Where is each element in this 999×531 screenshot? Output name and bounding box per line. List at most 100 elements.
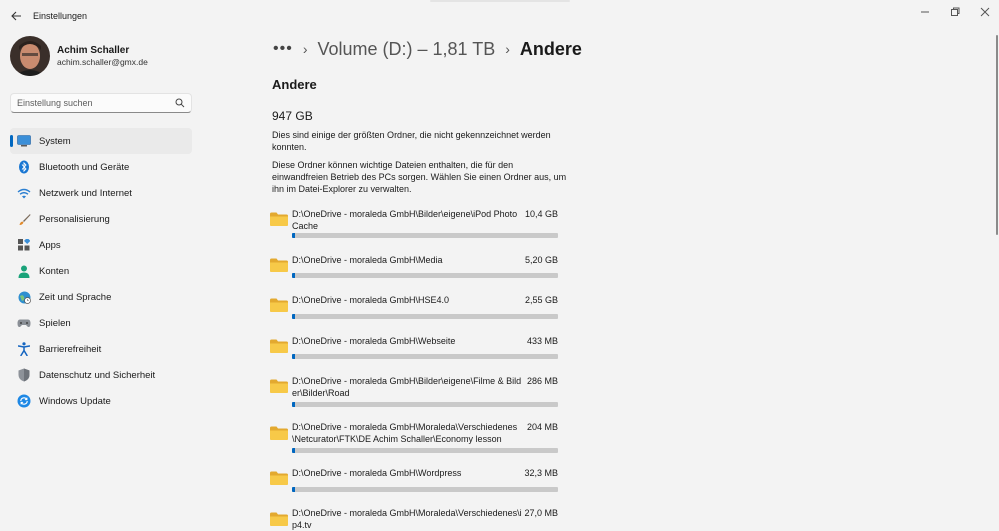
folder-usage-bar [292,273,558,278]
user-profile[interactable]: Achim Schaller achim.schaller@gmx.de [10,36,230,78]
folder-icon [270,298,288,312]
sidebar-item-label: Datenschutz und Sicherheit [39,369,156,381]
sidebar-item-accessibility[interactable]: Barrierefreiheit [10,336,192,362]
folder-size: 2,55 GB [524,295,558,305]
sidebar-item-label: Spielen [39,317,71,329]
scrollbar[interactable] [996,35,998,235]
sidebar-item-label: Bluetooth und Geräte [39,161,130,173]
folder-icon [270,379,288,393]
breadcrumb-more-button[interactable]: ••• [273,40,293,58]
folder-icon [270,426,288,440]
system-icon [17,134,31,148]
folder-size: 204 MB [526,422,558,432]
maximize-button[interactable] [945,5,965,19]
folder-icon [270,258,288,272]
page-title: Andere [272,77,317,92]
close-icon [980,7,990,17]
folder-path: D:\OneDrive - moraleda GmbH\Wordpress [292,468,462,478]
folder-icon [270,471,288,485]
folder-size: 433 MB [526,336,558,346]
folder-usage-fill [292,273,295,278]
sidebar-item-label: Zeit und Sprache [39,291,112,303]
folder-path: D:\OneDrive - moraleda GmbH\Moraleda\Ver… [292,508,522,530]
settings-search[interactable] [10,93,192,113]
sidebar-item-network[interactable]: Netzwerk und Internet [10,180,192,206]
folder-icon [270,339,288,353]
back-button[interactable] [9,9,23,23]
sidebar-item-personalization[interactable]: Personalisierung [10,206,192,232]
close-button[interactable] [975,5,995,19]
chevron-right-icon: › [505,41,510,57]
gamepad-icon [17,316,31,330]
folder-path: D:\OneDrive - moraleda GmbH\Bilder\eigen… [292,209,518,231]
app-title: Einstellungen [33,11,88,21]
sidebar-item-label: Personalisierung [39,213,110,225]
restore-icon [951,7,960,16]
folder-size: 27,0 MB [524,508,558,518]
folder-path: D:\OneDrive - moraleda GmbH\Moraleda\Ver… [292,422,518,444]
folder-size: 32,3 MB [524,468,558,478]
network-icon [17,186,31,200]
accounts-icon [17,264,31,278]
folder-usage-fill [292,354,295,359]
folder-icon [270,212,288,226]
sidebar-item-bluetooth[interactable]: Bluetooth und Geräte [10,154,192,180]
chevron-right-icon: › [302,41,308,57]
folder-usage-bar [292,448,558,453]
folder-icon [270,512,288,526]
avatar [10,36,50,76]
sidebar-item-gaming[interactable]: Spielen [10,310,192,336]
breadcrumb: ••• › Volume (D:) – 1,81 TB › Andere [273,36,582,62]
folder-size: 10,4 GB [524,209,558,219]
bluetooth-icon [17,160,31,174]
sidebar-item-apps[interactable]: Apps [10,232,192,258]
sidebar-item-label: Windows Update [39,395,111,407]
folder-usage-bar [292,402,558,407]
sidebar-item-accounts[interactable]: Konten [10,258,192,284]
sidebar-item-windows-update[interactable]: Windows Update [10,388,192,414]
folder-size: 5,20 GB [524,255,558,265]
title-bar: Einstellungen [0,0,999,32]
minimize-icon [921,11,929,13]
sidebar-item-label: Netzwerk und Internet [39,187,132,199]
globe-clock-icon [17,290,31,304]
sidebar-item-label: Apps [39,239,61,251]
folder-usage-bar [292,487,558,492]
minimize-button[interactable] [915,5,935,19]
search-icon[interactable] [175,98,185,108]
description-text: Dies sind einige der größten Ordner, die… [272,130,551,152]
breadcrumb-current: Andere [519,38,582,59]
folder-usage-fill [292,233,295,238]
folder-usage-fill [292,487,295,492]
window-drag-handle[interactable] [430,0,570,2]
sidebar-item-label: Barrierefreiheit [39,343,102,355]
apps-icon [17,238,31,252]
folder-path: D:\OneDrive - moraleda GmbH\Webseite [292,336,456,346]
total-size: 947 GB [272,109,313,123]
folder-usage-fill [292,448,295,453]
search-input[interactable] [17,96,167,110]
folder-usage-bar [292,314,558,319]
description-text: Diese Ordner können wichtige Dateien ent… [272,160,567,194]
folder-size: 286 MB [526,376,558,386]
user-email: achim.schaller@gmx.de [57,57,148,67]
user-name: Achim Schaller [57,45,130,56]
sidebar-item-privacy[interactable]: Datenschutz und Sicherheit [10,362,192,388]
folder-path: D:\OneDrive - moraleda GmbH\Bilder\eigen… [292,376,522,398]
folder-path: D:\OneDrive - moraleda GmbH\HSE4.0 [292,295,450,305]
breadcrumb-volume-link[interactable]: Volume (D:) – 1,81 TB [317,39,495,60]
sidebar-item-time-language[interactable]: Zeit und Sprache [10,284,192,310]
sidebar-item-label: System [39,135,71,147]
folder-usage-fill [292,314,295,319]
folder-path: D:\OneDrive - moraleda GmbH\Media [292,255,443,265]
update-icon [17,394,31,408]
sidebar-nav: System Bluetooth und Geräte Netzwerk und… [10,128,192,414]
folder-usage-bar [292,233,558,238]
sidebar-item-label: Konten [39,265,70,277]
folder-usage-bar [292,354,558,359]
shield-icon [17,368,31,382]
accessibility-icon [17,342,31,356]
arrow-left-icon [10,11,21,21]
sidebar-item-system[interactable]: System [10,128,192,154]
folder-usage-fill [292,402,295,407]
